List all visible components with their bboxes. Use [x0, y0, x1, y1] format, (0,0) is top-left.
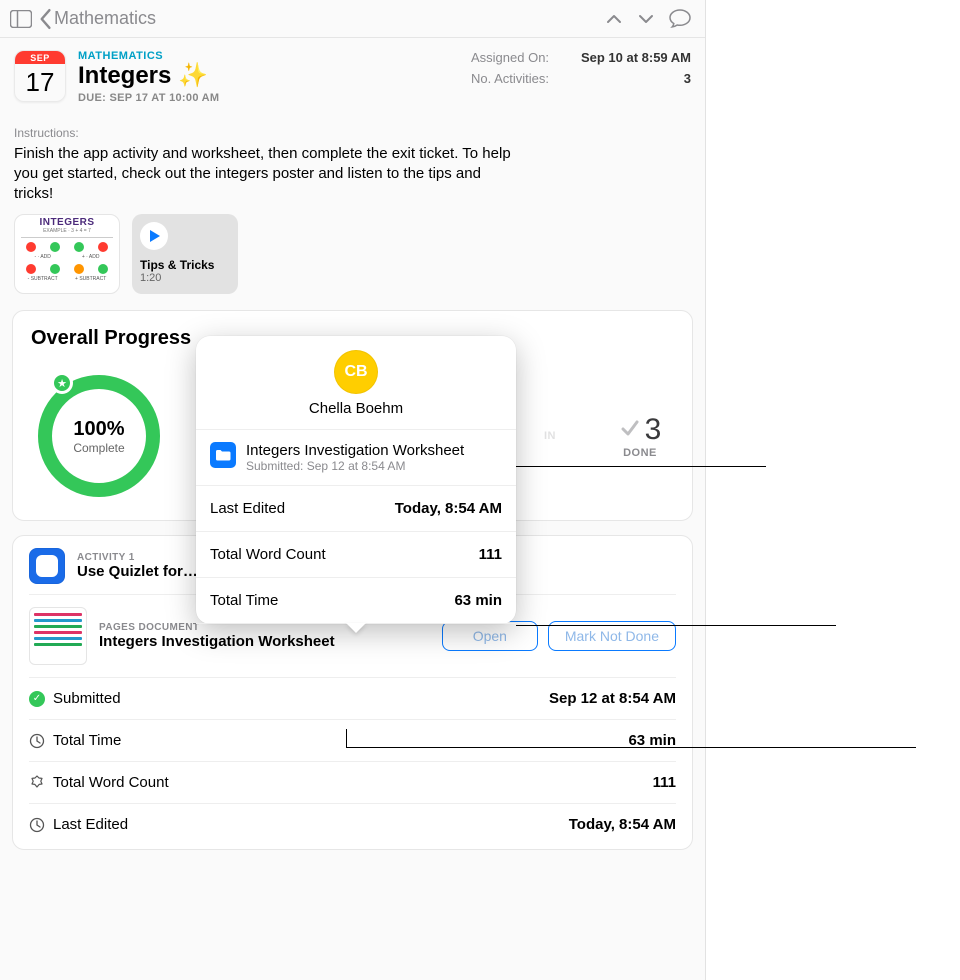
done-count: 3 [645, 413, 662, 447]
back-label: Mathematics [54, 8, 156, 29]
detail-row-last-edited: Last Edited Today, 8:54 AM [29, 804, 676, 845]
submitted-label: Submitted [53, 690, 121, 707]
attachment-audio[interactable]: Tips & Tricks 1:20 [132, 214, 238, 294]
callout-line-vertical [346, 729, 347, 747]
word-count-label: Total Word Count [53, 774, 169, 791]
checkmark-icon [619, 417, 641, 444]
activities-count-value: 3 [684, 71, 691, 86]
popover-last-edited-label: Last Edited [210, 500, 285, 517]
last-edited-value: Today, 8:54 AM [569, 816, 676, 833]
poster-title: INTEGERS [19, 217, 115, 228]
calendar-icon: SEP 17 [14, 50, 66, 102]
popover-last-edited-value: Today, 8:54 AM [395, 500, 502, 517]
word-count-value: 111 [653, 774, 676, 791]
popover-total-time-label: Total Time [210, 592, 278, 609]
popover-word-count-value: 111 [479, 546, 502, 563]
annotation-sidebar [706, 0, 960, 980]
assigned-on-value: Sep 10 at 8:59 AM [581, 50, 691, 65]
back-button[interactable]: Mathematics [38, 8, 156, 30]
progress-percent-sub: Complete [73, 441, 124, 455]
callout-line [516, 625, 836, 626]
media-title: Tips & Tricks [140, 258, 230, 272]
last-edited-label: Last Edited [53, 816, 128, 833]
badge-icon [29, 775, 45, 791]
popover-row-word-count: Total Word Count 111 [196, 532, 516, 578]
subject-label: MATHEMATICS [78, 50, 459, 62]
folder-icon [210, 442, 236, 468]
total-time-label: Total Time [53, 732, 121, 749]
popover-file-row[interactable]: Integers Investigation Worksheet Submitt… [196, 430, 516, 486]
student-detail-popover: CB Chella Boehm Integers Investigation W… [196, 336, 516, 624]
done-label: DONE [610, 447, 670, 459]
popover-file-subtitle: Submitted: Sep 12 at 8:54 AM [246, 459, 464, 473]
chevron-up-icon[interactable] [601, 8, 627, 30]
instructions-label: Instructions: [0, 108, 705, 140]
submitted-check-icon: ✓ [29, 691, 45, 707]
popover-row-total-time: Total Time 63 min [196, 578, 516, 624]
attachments-row: INTEGERS EXAMPLE · 3 + 4 = 7 - · ADD+ · … [0, 214, 705, 310]
comment-icon[interactable] [665, 5, 695, 33]
stat-done: 3 DONE [610, 413, 670, 459]
stat-hidden: IN [520, 430, 580, 442]
calendar-day: 17 [15, 64, 65, 101]
attachment-poster[interactable]: INTEGERS EXAMPLE · 3 + 4 = 7 - · ADD+ · … [14, 214, 120, 294]
calendar-month: SEP [15, 51, 65, 64]
due-date: DUE: SEP 17 AT 10:00 AM [78, 92, 459, 104]
activities-count-label: No. Activities: [471, 71, 549, 86]
document-thumbnail[interactable] [29, 607, 87, 665]
chevron-down-icon[interactable] [633, 8, 659, 30]
student-name: Chella Boehm [309, 400, 403, 417]
play-icon [140, 222, 168, 250]
student-avatar: CB [334, 350, 378, 394]
assignment-header: SEP 17 MATHEMATICS Integers ✨ DUE: SEP 1… [0, 38, 705, 108]
document-title: Integers Investigation Worksheet [99, 633, 430, 650]
popover-row-last-edited: Last Edited Today, 8:54 AM [196, 486, 516, 532]
navbar: Mathematics [0, 0, 705, 38]
popover-word-count-label: Total Word Count [210, 546, 326, 563]
progress-ring: ★ 100% Complete [35, 372, 163, 500]
assigned-on-label: Assigned On: [471, 50, 549, 65]
quizlet-app-icon [29, 548, 65, 584]
popover-file-title: Integers Investigation Worksheet [246, 442, 464, 459]
media-duration: 1:20 [140, 272, 230, 284]
callout-line [516, 466, 766, 467]
sidebar-toggle-icon[interactable] [10, 10, 32, 28]
activity-title: Use Quizlet for… [77, 563, 198, 580]
detail-row-total-time: Total Time 63 min [29, 720, 676, 762]
callout-line [346, 747, 916, 748]
clock-icon [29, 817, 45, 833]
submitted-value: Sep 12 at 8:54 AM [549, 690, 676, 707]
detail-row-word-count: Total Word Count 111 [29, 762, 676, 804]
detail-row-submitted: ✓ Submitted Sep 12 at 8:54 AM [29, 678, 676, 720]
progress-percent: 100% [73, 418, 124, 441]
clock-icon [29, 733, 45, 749]
assignment-title: Integers ✨ [78, 62, 459, 90]
instructions-text: Finish the app activity and worksheet, t… [0, 140, 530, 215]
activity-index-label: ACTIVITY 1 [77, 552, 198, 563]
popover-total-time-value: 63 min [454, 592, 502, 609]
